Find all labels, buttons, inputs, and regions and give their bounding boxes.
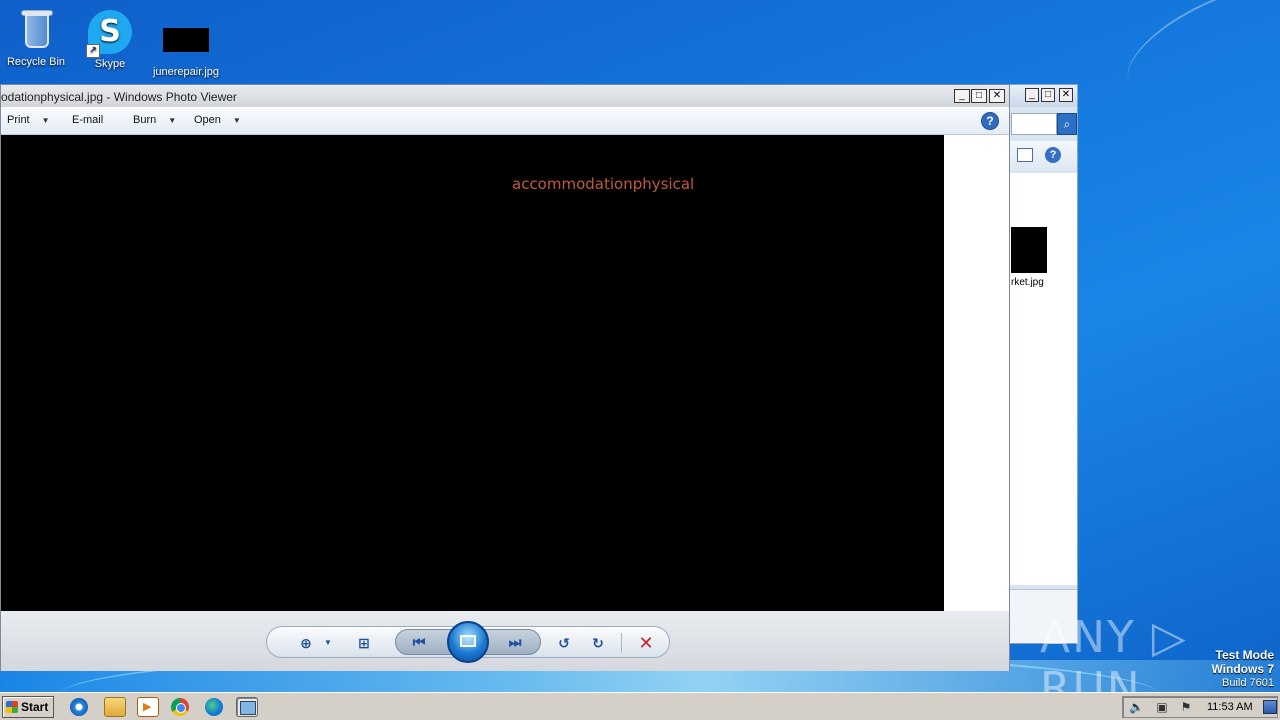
taskbar: Start 🔈 ▣ ⚑ 11:53 AM xyxy=(0,692,1280,720)
skype-icon: S ↗ xyxy=(86,10,132,58)
menu-email[interactable]: E-mail xyxy=(72,114,103,126)
volume-icon[interactable]: 🔈 xyxy=(1129,700,1144,714)
controls-pill: ⊕ ▼ ⊞ ⏮ ⏭ ↺ ↻ ✕ xyxy=(266,621,670,663)
desktop-icon-skype[interactable]: S ↗ Skype xyxy=(72,10,148,70)
photo-viewer-window[interactable]: odationphysical.jpg - Windows Photo View… xyxy=(0,84,1010,671)
desktop-icon-junerepair[interactable]: junerepair.jpg xyxy=(148,18,224,78)
internet-explorer-icon[interactable] xyxy=(70,698,88,716)
windows-logo-icon xyxy=(6,701,18,713)
menu-open[interactable]: Open ▼ xyxy=(194,114,241,126)
zoom-icon[interactable]: ⊕ xyxy=(295,633,317,653)
menu-burn[interactable]: Burn ▼ xyxy=(133,114,176,126)
desktop-streak xyxy=(1112,0,1280,119)
close-button[interactable]: ✕ xyxy=(1059,88,1073,102)
start-button[interactable]: Start xyxy=(2,696,54,718)
previous-button[interactable]: ⏮ xyxy=(408,632,430,652)
help-icon[interactable]: ? xyxy=(1045,147,1061,163)
show-desktop-button[interactable] xyxy=(1263,700,1277,714)
explorer-window[interactable]: _ □ ✕ ⌕ ? rket.jpg xyxy=(1004,84,1078,644)
action-center-flag-icon[interactable]: ⚑ xyxy=(1179,700,1193,714)
desktop-icon-recycle-bin[interactable]: Recycle Bin xyxy=(0,8,74,68)
menu-print[interactable]: Print ▼ xyxy=(7,114,50,126)
image-canvas: accommodationphysical xyxy=(1,135,1009,611)
photo-viewer-task-icon[interactable] xyxy=(236,697,258,717)
actual-size-icon[interactable]: ⊞ xyxy=(353,633,375,653)
clock[interactable]: 11:53 AM xyxy=(1207,701,1253,713)
media-player-icon[interactable] xyxy=(137,697,159,717)
maximize-button[interactable]: □ xyxy=(1041,88,1055,102)
minimize-button[interactable]: _ xyxy=(1025,88,1039,102)
chrome-icon[interactable] xyxy=(171,698,189,716)
chevron-down-icon: ▼ xyxy=(41,116,50,125)
explorer-content: rket.jpg xyxy=(1005,173,1077,585)
divider xyxy=(621,633,622,653)
image-file-icon xyxy=(163,28,209,52)
viewer-titlebar[interactable]: odationphysical.jpg - Windows Photo View… xyxy=(1,85,1009,107)
edge-icon[interactable] xyxy=(205,698,223,716)
file-label[interactable]: rket.jpg xyxy=(1011,277,1044,288)
viewer-controlbar: ⊕ ▼ ⊞ ⏮ ⏭ ↺ ↻ ✕ xyxy=(1,611,1009,671)
network-icon[interactable]: ▣ xyxy=(1155,700,1169,714)
desktop-icon-label: junerepair.jpg xyxy=(152,66,220,78)
minimize-button[interactable]: _ xyxy=(954,89,970,103)
file-thumbnail[interactable] xyxy=(1011,227,1047,273)
chevron-down-icon: ▼ xyxy=(168,116,177,125)
displayed-image: accommodationphysical xyxy=(1,135,944,611)
explorer-titlebar[interactable]: _ □ ✕ xyxy=(1005,85,1077,107)
explorer-toolbar: ? xyxy=(1005,141,1077,171)
help-icon[interactable]: ? xyxy=(981,112,999,130)
close-button[interactable]: ✕ xyxy=(989,89,1005,103)
chevron-down-icon: ▼ xyxy=(232,116,241,125)
next-button[interactable]: ⏭ xyxy=(504,632,526,652)
test-mode-notice: Test Mode Windows 7 Build 7601 xyxy=(1211,648,1274,689)
slideshow-icon xyxy=(460,635,476,647)
desktop-icon-label: Skype xyxy=(94,58,126,70)
preview-pane-icon[interactable] xyxy=(1017,148,1033,162)
viewer-menubar: Print ▼ E-mail Burn ▼ Open ▼ ? xyxy=(1,107,1009,135)
shortcut-arrow-icon: ↗ xyxy=(86,44,100,58)
rotate-counterclockwise-icon[interactable]: ↺ xyxy=(553,633,575,653)
slideshow-button[interactable] xyxy=(447,621,489,663)
rotate-clockwise-icon[interactable]: ↻ xyxy=(587,633,609,653)
maximize-button[interactable]: □ xyxy=(971,89,987,103)
file-explorer-icon[interactable] xyxy=(104,697,126,717)
search-icon[interactable]: ⌕ xyxy=(1057,113,1077,135)
recycle-bin-icon xyxy=(19,8,53,52)
system-tray: 🔈 ▣ ⚑ 11:53 AM xyxy=(1122,696,1278,718)
image-text: accommodationphysical xyxy=(512,175,695,193)
window-title: odationphysical.jpg - Windows Photo View… xyxy=(1,90,237,104)
search-input[interactable] xyxy=(1011,113,1057,135)
chevron-down-icon[interactable]: ▼ xyxy=(317,633,339,653)
desktop-icon-label: Recycle Bin xyxy=(6,56,66,68)
delete-icon[interactable]: ✕ xyxy=(635,632,657,654)
